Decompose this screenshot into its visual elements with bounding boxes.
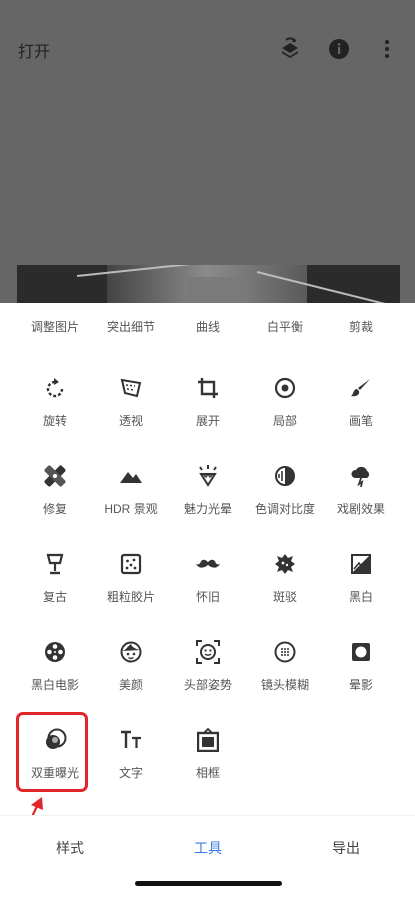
selective-icon [273,376,297,400]
retrolux-mustache-icon [196,552,220,576]
tool-face-retouch[interactable]: 美颜 [92,640,170,728]
tool-hdr-scape[interactable]: HDR 景观 [92,464,170,552]
vintage-lamp-icon [43,552,67,576]
nav-export[interactable]: 导出 [332,838,360,858]
tool-label: 画笔 [348,414,373,428]
nav-tools[interactable]: 工具 [194,838,222,858]
tool-label: 复古 [42,590,67,604]
black-white-icon [349,552,373,576]
tool-label: 突出细节 [106,320,155,334]
tool-vintage[interactable]: 复古 [16,552,94,640]
tool-label: 镜头模糊 [260,678,309,692]
face-retouch-icon [119,640,143,664]
tool-label: 头部姿势 [183,678,232,692]
tool-black-white[interactable]: 黑白 [322,552,400,640]
tool-label: 黑白 [348,590,373,604]
tool-head-pose[interactable]: 头部姿势 [169,640,247,728]
rotate-icon [43,376,67,400]
tool-frames[interactable]: 相框 [169,728,247,816]
tool-selective[interactable]: 局部 [246,376,324,464]
tool-tonal-contrast[interactable]: 色调对比度 [246,464,324,552]
tool-label: 晕影 [348,678,373,692]
healing-icon [43,464,67,488]
layers-icon[interactable] [277,36,303,62]
lens-blur-icon [273,640,297,664]
tool-label: 粗粒胶片 [106,590,155,604]
noir-film-reel-icon [43,640,67,664]
home-indicator[interactable] [135,881,282,886]
nav-styles[interactable]: 样式 [56,838,84,858]
dimmed-image-area: 打开 [0,0,415,303]
more-vert-icon[interactable] [374,36,400,62]
tool-label: HDR 景观 [104,502,158,516]
tool-label: 黑白电影 [30,678,79,692]
tool-label: 旋转 [42,414,67,428]
open-button[interactable]: 打开 [18,38,50,62]
hdr-scape-icon [119,464,143,488]
tool-label: 曲线 [195,320,220,334]
perspective-icon [119,376,143,400]
drama-icon [349,464,373,488]
vignette-icon [349,640,373,664]
tool-expand[interactable]: 展开 [169,376,247,464]
tool-grainy-film[interactable]: 粗粒胶片 [92,552,170,640]
tool-label: 局部 [272,414,297,428]
tool-vignette[interactable]: 晕影 [322,640,400,728]
info-icon[interactable] [326,36,352,62]
highlight-box [16,712,88,792]
snapseed-tools-screen: 打开 调整图片 突出细节 曲线 白平衡 剪裁 旋转 透视 展开 局部 画笔 修复… [0,0,415,897]
tool-label: 相框 [195,766,220,780]
tool-grunge[interactable]: 斑驳 [246,552,324,640]
brush-icon [349,376,373,400]
tool-text[interactable]: 文字 [92,728,170,816]
tool-label: 色调对比度 [254,502,315,516]
tool-label: 文字 [118,766,143,780]
tool-label: 调整图片 [30,320,79,334]
grainy-film-icon [119,552,143,576]
tonal-contrast-icon [273,464,297,488]
tool-retrolux[interactable]: 怀旧 [169,552,247,640]
tool-label: 剪裁 [348,320,373,334]
tool-rotate[interactable]: 旋转 [16,376,94,464]
expand-icon [196,376,220,400]
tool-brush[interactable]: 画笔 [322,376,400,464]
tool-label: 戏剧效果 [336,502,385,516]
photo-preview [17,265,400,303]
tool-label: 斑驳 [272,590,297,604]
tool-label: 展开 [195,414,220,428]
tool-label: 透视 [118,414,143,428]
glamour-glow-icon [196,464,220,488]
tool-drama[interactable]: 戏剧效果 [322,464,400,552]
tool-label: 白平衡 [266,320,303,334]
text-icon [119,728,143,752]
tool-label: 魅力光晕 [183,502,232,516]
tool-glamour-glow[interactable]: 魅力光晕 [169,464,247,552]
tool-lens-blur[interactable]: 镜头模糊 [246,640,324,728]
tool-healing[interactable]: 修复 [16,464,94,552]
frames-icon [196,728,220,752]
tool-label: 修复 [42,502,67,516]
grunge-icon [273,552,297,576]
tool-label: 美颜 [118,678,143,692]
tool-label: 怀旧 [195,590,220,604]
tool-perspective[interactable]: 透视 [92,376,170,464]
head-pose-icon [196,640,220,664]
